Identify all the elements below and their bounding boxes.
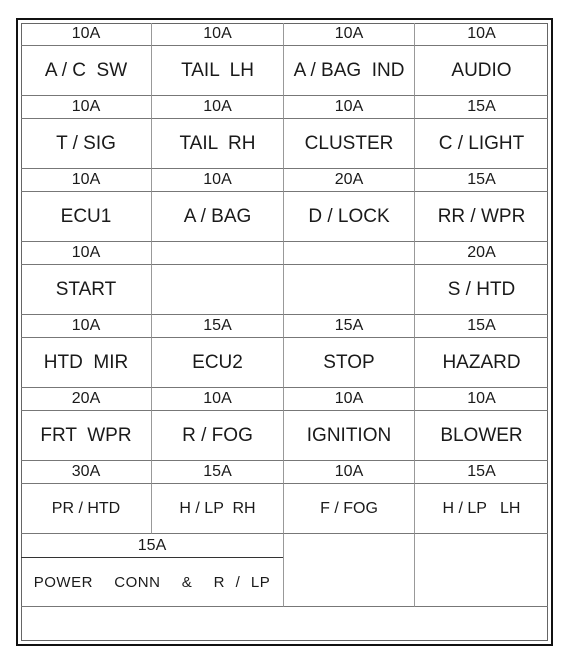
fuse-name-row: ECU1 A / BAG D / LOCK RR / WPR xyxy=(21,192,548,242)
fuse-label: A / BAG IND xyxy=(284,46,415,96)
fuse-rating: 10A xyxy=(415,23,548,46)
fuse-rating: 10A xyxy=(21,242,152,265)
fuse-rating: 30A xyxy=(21,461,152,484)
fuse-rating: 10A xyxy=(21,169,152,192)
fuse-name-row: PR / HTD H / LP RH F / FOG H / LP LH xyxy=(21,484,548,534)
fuse-rating xyxy=(284,242,415,265)
fuse-rating-row: 30A 15A 10A 15A xyxy=(21,461,548,484)
fuse-name-row: T / SIG TAIL RH CLUSTER C / LIGHT xyxy=(21,119,548,169)
fuse-rating-row: 10A 10A 10A 15A xyxy=(21,96,548,119)
fuse-label: ECU1 xyxy=(21,192,152,242)
fuse-rating: 10A xyxy=(284,96,415,119)
fuse-rating: 10A xyxy=(415,388,548,411)
fuse-rating: 10A xyxy=(152,169,284,192)
fuse-rating xyxy=(152,242,284,265)
fuse-rating: 10A xyxy=(21,315,152,338)
fuse-rating: 15A xyxy=(415,169,548,192)
fuse-rating: 20A xyxy=(415,242,548,265)
fuse-label: D / LOCK xyxy=(284,192,415,242)
fuse-rating-row: 10A 20A xyxy=(21,242,548,265)
fuse-rating: 10A xyxy=(152,96,284,119)
fuse-label: HTD MIR xyxy=(21,338,152,388)
fuse-label: START xyxy=(21,265,152,315)
fuse-rating: 10A xyxy=(152,23,284,46)
fuse-rating: 15A xyxy=(152,461,284,484)
fuse-label: AUDIO xyxy=(415,46,548,96)
wide-fuse-slot: 15A POWER CONN & R / LP xyxy=(21,534,284,607)
fuse-label: R / FOG xyxy=(152,411,284,461)
fuse-rating-row: 20A 10A 10A 10A xyxy=(21,388,548,411)
fuse-name-row: A / C SW TAIL LH A / BAG IND AUDIO xyxy=(21,46,548,96)
fuse-rating: 15A xyxy=(415,315,548,338)
fuse-rating: 15A xyxy=(21,534,283,558)
fuse-label: RR / WPR xyxy=(415,192,548,242)
empty-fuse-slot xyxy=(415,534,548,607)
fuse-label xyxy=(152,265,284,315)
fuse-name-row: START S / HTD xyxy=(21,265,548,315)
fuse-label: A / C SW xyxy=(21,46,152,96)
fuse-label: C / LIGHT xyxy=(415,119,548,169)
panel-footer-area xyxy=(21,607,548,648)
fuse-label: H / LP RH xyxy=(152,484,284,534)
fuse-label: IGNITION xyxy=(284,411,415,461)
fuse-label: A / BAG xyxy=(152,192,284,242)
fuse-rating: 10A xyxy=(152,388,284,411)
fuse-rating-row: 10A 15A 15A 15A xyxy=(21,315,548,338)
fuse-rating-row: 10A 10A 20A 15A xyxy=(21,169,548,192)
fuse-rating: 15A xyxy=(284,315,415,338)
fuse-rating: 10A xyxy=(21,23,152,46)
fuse-label: F / FOG xyxy=(284,484,415,534)
fuse-rating: 10A xyxy=(284,461,415,484)
fuse-grid: 10A 10A 10A 10A A / C SW TAIL LH A / BAG IND AU… xyxy=(21,23,548,648)
fuse-rating: 15A xyxy=(415,461,548,484)
fuse-rating: 20A xyxy=(21,388,152,411)
fuse-name-row: HTD MIR ECU2 STOP HAZARD xyxy=(21,338,548,388)
fuse-label: TAIL LH xyxy=(152,46,284,96)
fuse-rating: 15A xyxy=(152,315,284,338)
fuse-label: PR / HTD xyxy=(21,484,152,534)
fuse-name-row: FRT WPR R / FOG IGNITION BLOWER xyxy=(21,411,548,461)
fuse-rating: 10A xyxy=(21,96,152,119)
fuse-label: ECU2 xyxy=(152,338,284,388)
fuse-rating-row: 10A 10A 10A 10A xyxy=(21,23,548,46)
fuse-rating: 10A xyxy=(284,23,415,46)
fuse-rating: 20A xyxy=(284,169,415,192)
fuse-label: HAZARD xyxy=(415,338,548,388)
fuse-label: POWER CONN & R / LP xyxy=(33,573,271,591)
empty-fuse-slot xyxy=(284,534,415,607)
fuse-rating: 15A xyxy=(415,96,548,119)
fuse-label: FRT WPR xyxy=(21,411,152,461)
fuse-label: TAIL RH xyxy=(152,119,284,169)
fuse-rating: 10A xyxy=(284,388,415,411)
fuse-label xyxy=(284,265,415,315)
fuse-label: S / HTD xyxy=(415,265,548,315)
wide-fuse-row: 15A POWER CONN & R / LP xyxy=(21,534,548,607)
fuse-label: T / SIG xyxy=(21,119,152,169)
fuse-label: BLOWER xyxy=(415,411,548,461)
fuse-label: STOP xyxy=(284,338,415,388)
fuse-label: CLUSTER xyxy=(284,119,415,169)
fuse-label: H / LP LH xyxy=(415,484,548,534)
